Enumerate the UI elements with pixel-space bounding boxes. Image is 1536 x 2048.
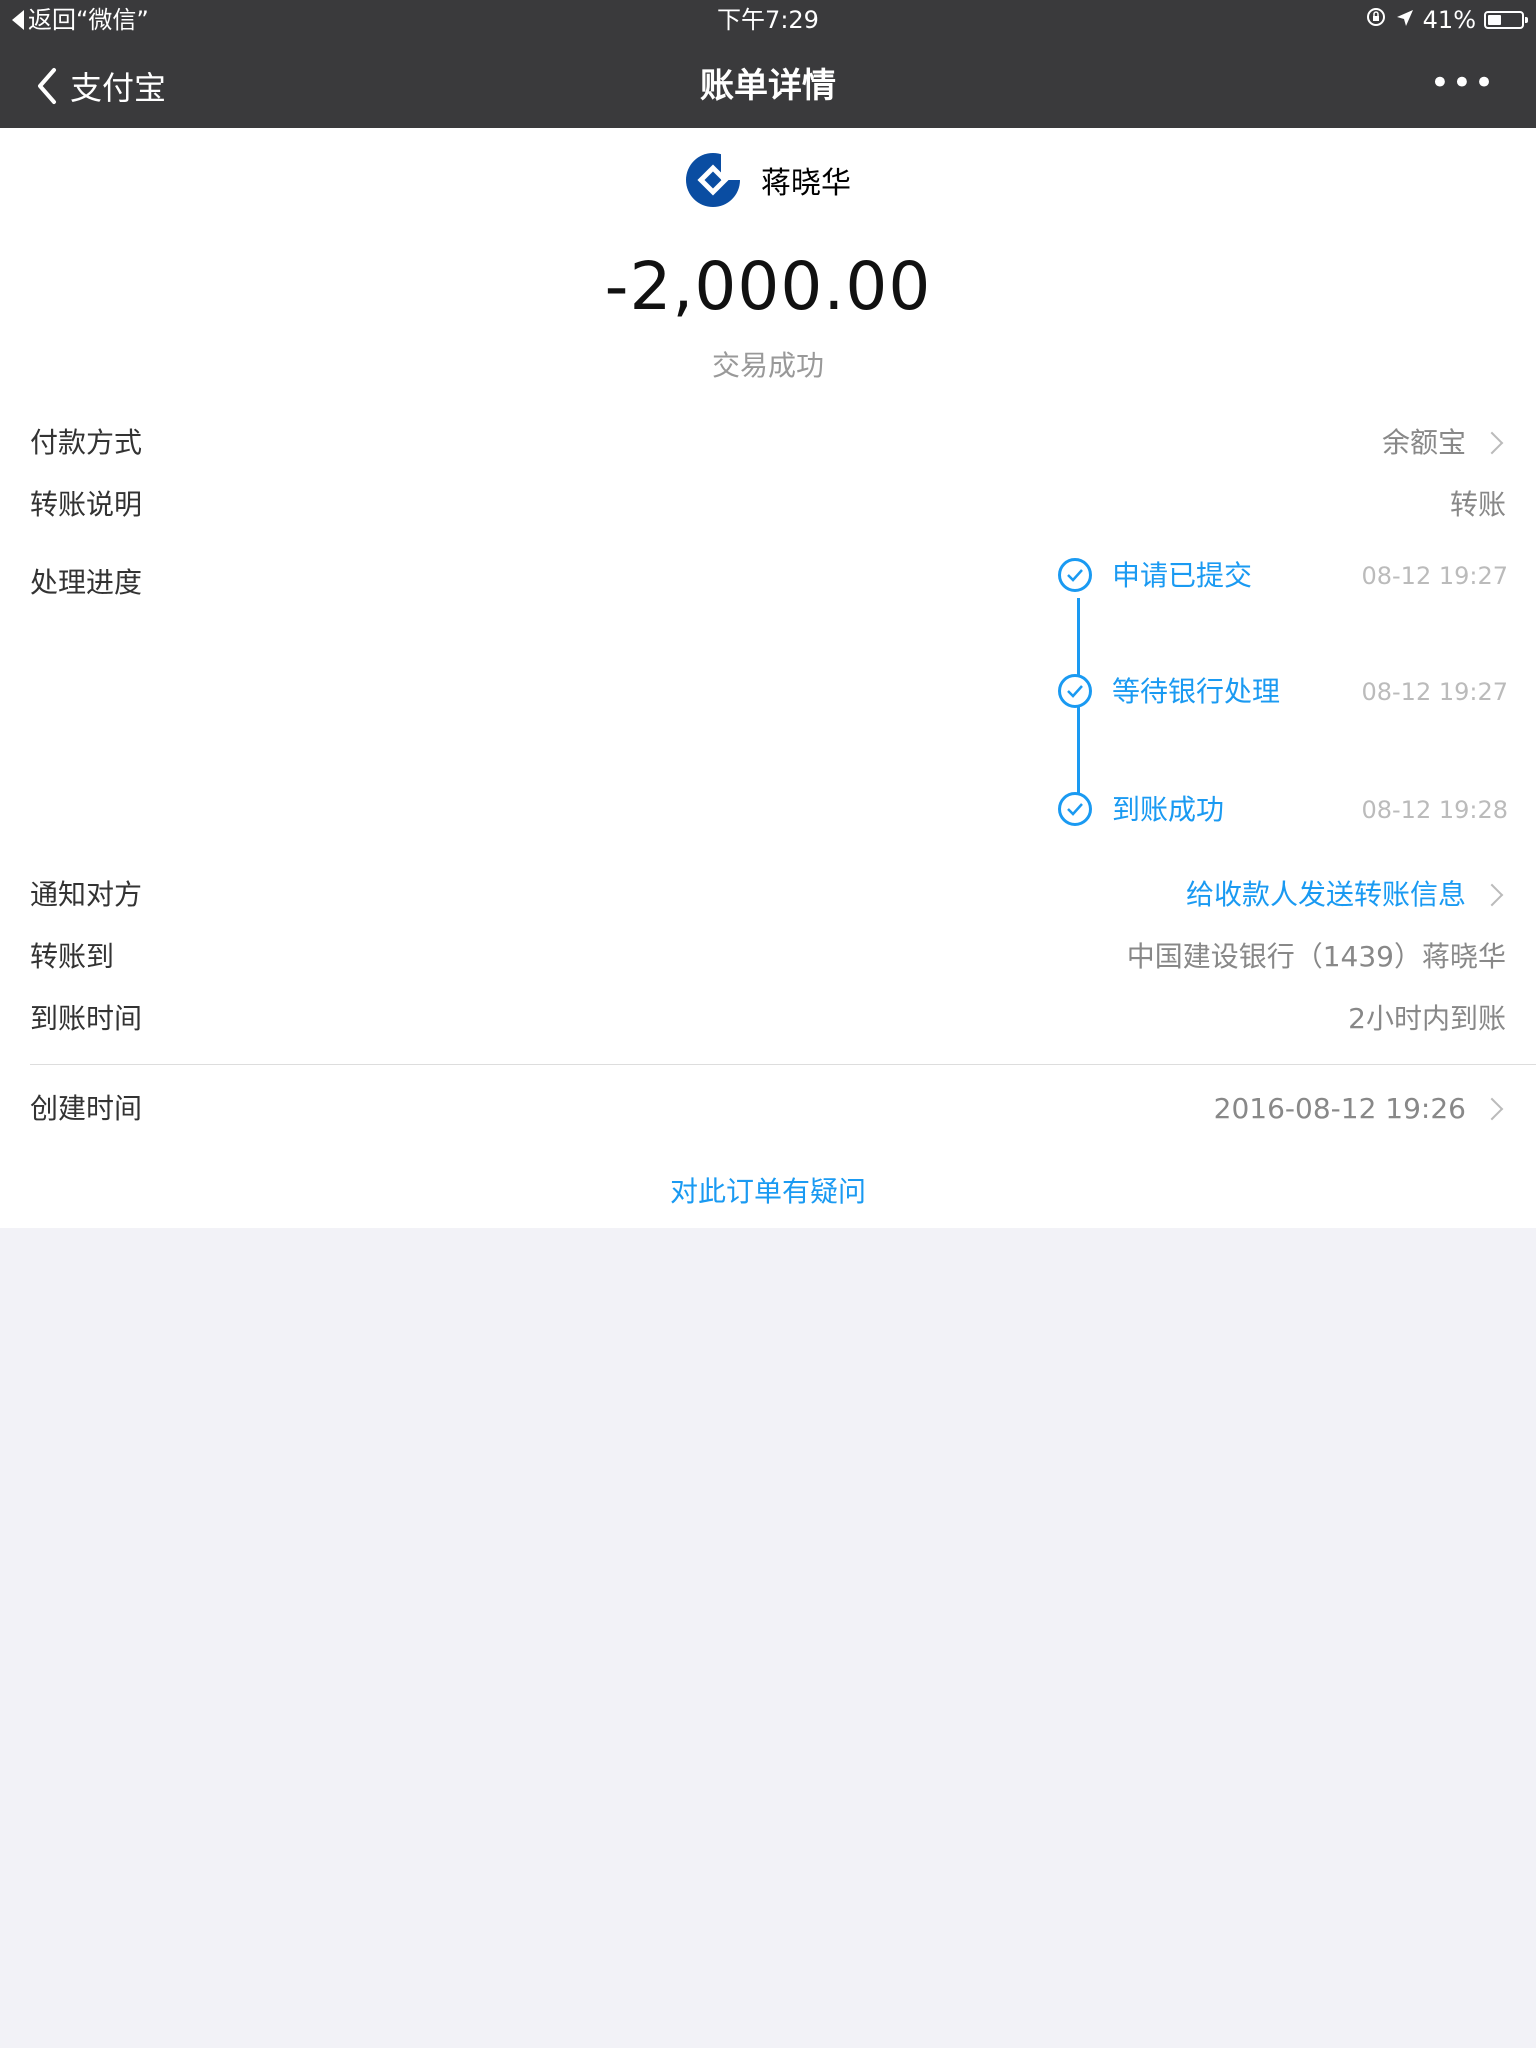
transfer-to-value: 中国建设银行（1439）蒋晓华 bbox=[1126, 940, 1506, 973]
step-text: 等待银行处理 bbox=[1112, 675, 1281, 708]
step-text: 申请已提交 bbox=[1112, 559, 1253, 592]
status-right: 41% bbox=[1365, 0, 1528, 40]
status-bar: 返回“微信” 下午7:29 41% bbox=[0, 0, 1536, 40]
step-time: 08-12 19:27 bbox=[1361, 678, 1508, 706]
transfer-to-label: 转账到 bbox=[30, 940, 115, 973]
bill-card: 蒋晓华 -2,000.00 交易成功 付款方式 余额宝 转账说明 转账 处理进度… bbox=[0, 128, 1536, 1228]
chevron-right-icon bbox=[1480, 883, 1504, 907]
status-time: 下午7:29 bbox=[717, 6, 819, 34]
nav-bar: 支付宝 账单详情 ••• bbox=[0, 44, 1536, 128]
payment-method-value: 余额宝 bbox=[1381, 426, 1466, 459]
created-time-value: 2016-08-12 19:26 bbox=[1213, 1092, 1466, 1125]
notify-link[interactable]: 给收款人发送转账信息 bbox=[1186, 870, 1466, 920]
question-link[interactable]: 对此订单有疑问 bbox=[0, 1170, 1536, 1214]
rotation-lock-icon bbox=[1365, 0, 1387, 40]
chevron-right-icon bbox=[1480, 1097, 1504, 1121]
battery-icon bbox=[1484, 11, 1528, 29]
more-button[interactable]: ••• bbox=[1430, 66, 1496, 100]
amount: -2,000.00 bbox=[604, 248, 932, 325]
created-time-label: 创建时间 bbox=[30, 1092, 143, 1125]
battery-percent: 41% bbox=[1422, 6, 1476, 34]
page-title: 账单详情 bbox=[700, 66, 836, 106]
check-circle-icon bbox=[1058, 674, 1092, 708]
notify-label: 通知对方 bbox=[30, 878, 143, 911]
trade-status: 交易成功 bbox=[711, 349, 824, 382]
arrival-time-value: 2小时内到账 bbox=[1348, 1002, 1506, 1035]
notify-row[interactable]: 通知对方 给收款人发送转账信息 bbox=[30, 870, 1506, 920]
step-time: 08-12 19:28 bbox=[1361, 796, 1508, 824]
created-time-value-wrap: 2016-08-12 19:26 bbox=[1214, 1084, 1506, 1134]
check-circle-icon bbox=[1058, 792, 1092, 826]
payee-header: 蒋晓华 bbox=[0, 152, 1536, 208]
arrival-time-label: 到账时间 bbox=[30, 1002, 143, 1035]
progress-step: 到账成功 08-12 19:28 bbox=[1058, 792, 1508, 832]
transfer-note-label: 转账说明 bbox=[30, 488, 143, 521]
progress-step: 等待银行处理 08-12 19:27 bbox=[1058, 674, 1508, 714]
created-time-row[interactable]: 创建时间 2016-08-12 19:26 bbox=[30, 1084, 1506, 1134]
payment-method-value-wrap: 余额宝 bbox=[1382, 418, 1506, 468]
transfer-note-row: 转账说明 转账 bbox=[30, 480, 1506, 530]
payment-method-label: 付款方式 bbox=[30, 426, 143, 459]
transfer-to-row: 转账到 中国建设银行（1439）蒋晓华 bbox=[30, 932, 1506, 982]
divider bbox=[30, 1064, 1536, 1065]
step-time: 08-12 19:27 bbox=[1361, 562, 1508, 590]
check-circle-icon bbox=[1058, 558, 1092, 592]
progress-timeline: 申请已提交 08-12 19:27 等待银行处理 08-12 19:27 到账成… bbox=[1058, 558, 1508, 826]
arrival-time-row: 到账时间 2小时内到账 bbox=[30, 994, 1506, 1044]
chevron-right-icon bbox=[1480, 431, 1504, 455]
notify-value-wrap: 给收款人发送转账信息 bbox=[1186, 870, 1506, 920]
transfer-note-value: 转账 bbox=[1449, 488, 1506, 521]
progress-label: 处理进度 bbox=[30, 566, 143, 599]
payment-method-row[interactable]: 付款方式 余额宝 bbox=[30, 418, 1506, 468]
top-bar: 返回“微信” 下午7:29 41% 支付宝 账单详情 ••• bbox=[0, 0, 1536, 128]
ccb-bank-logo-icon bbox=[686, 152, 741, 207]
payee-name: 蒋晓华 bbox=[761, 166, 851, 201]
progress-step: 申请已提交 08-12 19:27 bbox=[1058, 558, 1508, 598]
location-arrow-icon bbox=[1395, 0, 1415, 40]
step-text: 到账成功 bbox=[1112, 793, 1225, 826]
